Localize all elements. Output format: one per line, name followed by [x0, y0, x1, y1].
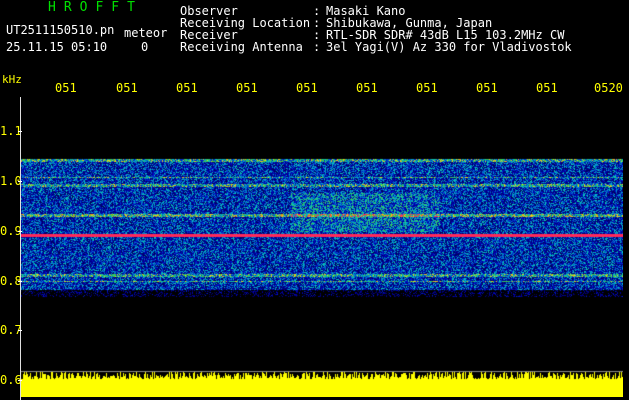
- x-tick-label: 051: [176, 81, 198, 95]
- antenna-value: 3el Yagi(V) Az 330 for Vladivostok: [326, 40, 572, 54]
- x-tick-label: 051: [116, 81, 138, 95]
- y-tick-mark: [18, 330, 22, 331]
- y-tick-mark: [18, 131, 22, 132]
- y-tick-label: 0.8: [0, 274, 22, 288]
- y-tick-mark: [18, 281, 22, 282]
- y-tick-mark: [18, 380, 22, 381]
- meteor-label: meteor: [124, 26, 168, 40]
- y-tick-label: 1.1: [0, 124, 22, 138]
- y-tick-label: 0.7: [0, 323, 22, 337]
- y-tick-mark: [18, 231, 22, 232]
- file-name: UT2511150510.pn: [6, 23, 115, 37]
- meteor-count: 0: [141, 40, 149, 54]
- x-tick-label: 051: [296, 81, 318, 95]
- y-tick-label: 0.6: [0, 373, 22, 387]
- x-tick-label: 051: [236, 81, 258, 95]
- y-tick-mark: [18, 181, 22, 182]
- x-tick-label: 051: [416, 81, 438, 95]
- x-tick-label: 051: [55, 81, 77, 95]
- y-axis-line: [20, 97, 21, 400]
- y-tick-label: 1.0: [0, 174, 22, 188]
- app-title: HROFFT: [48, 0, 143, 15]
- x-tick-label: 051: [356, 81, 378, 95]
- spectrogram: [20, 97, 623, 397]
- x-tick-label: 0520: [594, 81, 623, 95]
- x-tick-label: 051: [536, 81, 558, 95]
- x-tick-label: 051: [476, 81, 498, 95]
- datetime: 25.11.15 05:10: [6, 40, 108, 54]
- y-axis-unit: kHz: [2, 73, 22, 86]
- antenna-label: Receiving Antenna: [180, 40, 303, 54]
- y-tick-label: 0.9: [0, 224, 22, 238]
- meta-colon: :: [313, 40, 321, 54]
